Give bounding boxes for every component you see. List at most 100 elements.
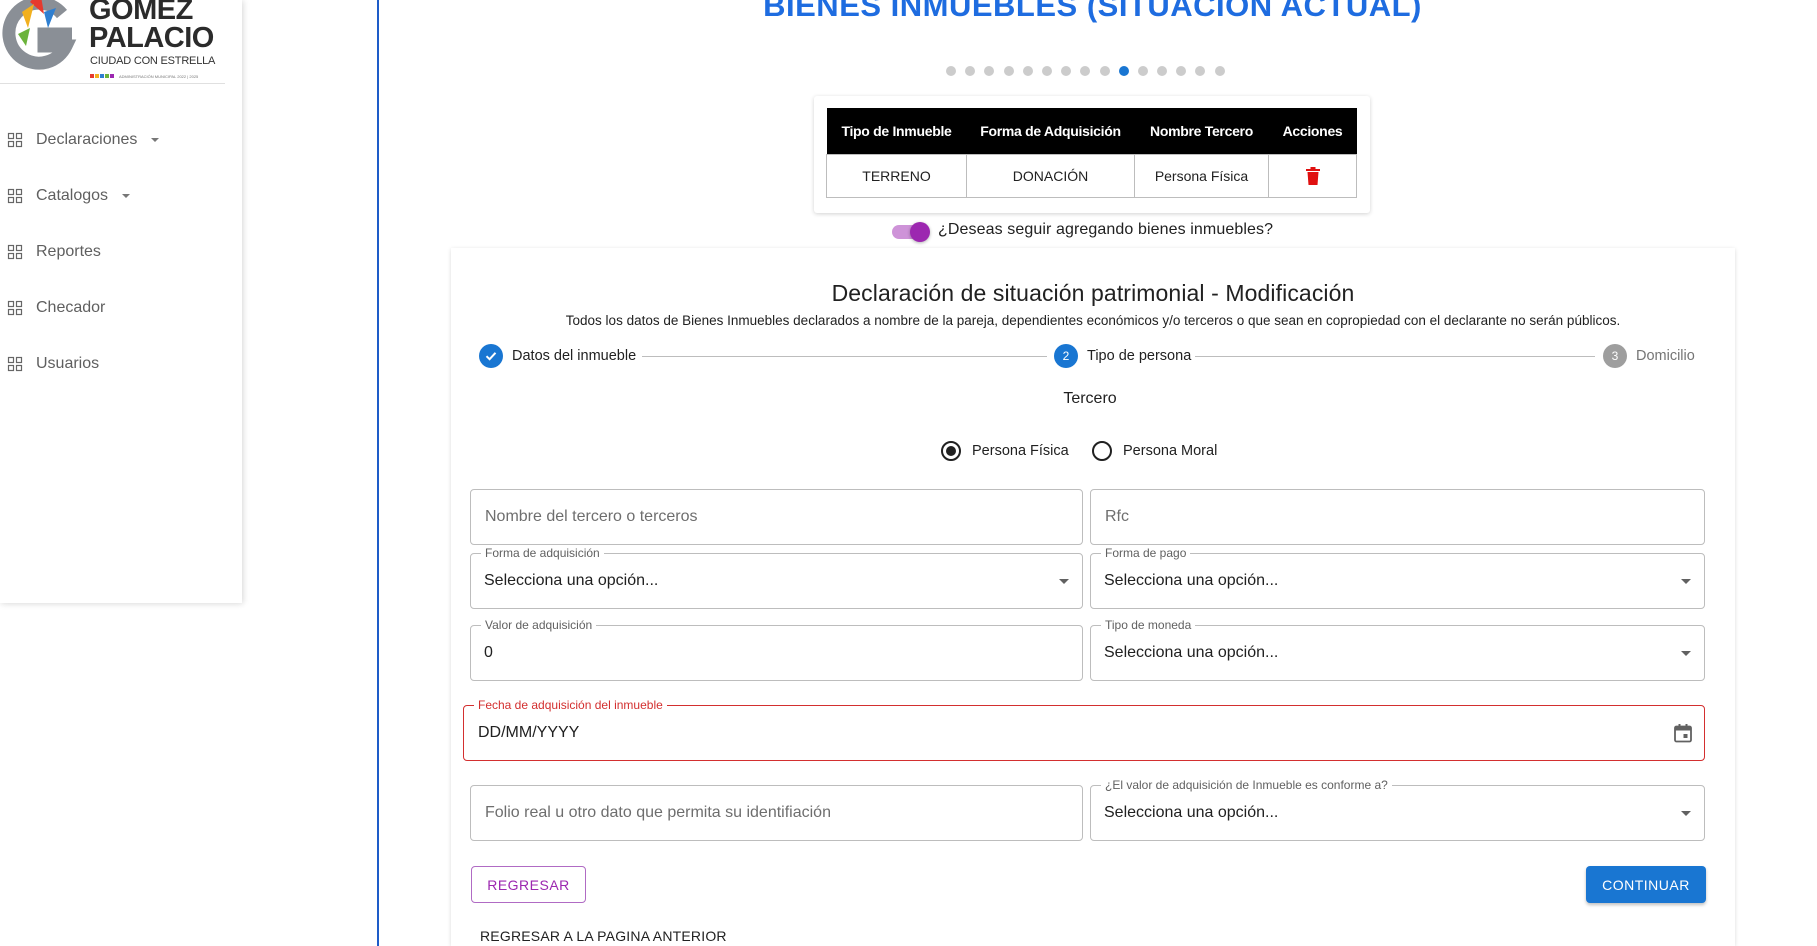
- select-value: Selecciona una opción...: [1104, 572, 1279, 589]
- dropdown-arrow-icon: [1681, 651, 1691, 656]
- sidebar-item-reportes[interactable]: Reportes: [0, 232, 242, 272]
- step-connector: [1195, 356, 1595, 357]
- step-datos-inmueble: Datos del inmueble: [479, 344, 636, 368]
- step-number: 2: [1054, 344, 1078, 368]
- fecha-value: DD/MM/YYYY: [478, 724, 580, 741]
- pagination-dot[interactable]: [984, 66, 995, 76]
- pagination-dot[interactable]: [1022, 66, 1033, 76]
- grid-icon: [7, 132, 23, 148]
- field-label: Forma de pago: [1101, 545, 1191, 561]
- forma-adquisicion-select[interactable]: Forma de adquisición Selecciona una opci…: [470, 545, 1083, 609]
- dropdown-arrow-icon: [1059, 579, 1069, 584]
- cell-forma: DONACIÓN: [966, 153, 1135, 198]
- sidebar-item-checador[interactable]: Checador: [0, 288, 242, 328]
- sidebar-item-catalogos[interactable]: Catalogos: [0, 176, 242, 216]
- radio-persona-fisica[interactable]: Persona Física: [941, 441, 1069, 461]
- fecha-adquisicion-field[interactable]: Fecha de adquisición del inmueble DD/MM/…: [463, 697, 1705, 761]
- grid-icon: [7, 356, 23, 372]
- regresar-button[interactable]: REGRESAR: [471, 866, 586, 903]
- select-value: Selecciona una opción...: [1104, 644, 1279, 661]
- add-more-toggle[interactable]: [892, 221, 930, 242]
- grid-icon: [7, 188, 23, 204]
- add-more-toggle-label: ¿Deseas seguir agregando bienes inmueble…: [938, 221, 1274, 238]
- tipo-moneda-select[interactable]: Tipo de moneda Selecciona una opción...: [1090, 617, 1705, 681]
- dropdown-arrow-icon: [1681, 579, 1691, 584]
- rfc-field[interactable]: [1090, 489, 1705, 545]
- pagination-dot[interactable]: [1137, 66, 1148, 76]
- column-header: Acciones: [1268, 108, 1357, 154]
- toggle-thumb: [910, 222, 930, 242]
- caret-down-icon: [122, 194, 131, 198]
- forma-pago-select[interactable]: Forma de pago Selecciona una opción...: [1090, 545, 1705, 609]
- sidebar-item-label: Usuarios: [36, 355, 100, 372]
- step-number: 3: [1603, 344, 1627, 368]
- rfc-input[interactable]: [1091, 490, 1704, 544]
- pagination-dot[interactable]: [1118, 66, 1129, 76]
- logo-color-strip: ADMINISTRACIÓN MUNICIPAL 2022 | 2025: [90, 74, 212, 79]
- step-label: Tipo de persona: [1087, 348, 1192, 364]
- pagination-dot[interactable]: [1214, 66, 1225, 76]
- sidebar-item-label: Declaraciones: [36, 131, 138, 148]
- field-label: Forma de adquisición: [481, 545, 604, 561]
- cell-tipo: TERRENO: [826, 153, 967, 198]
- section-pagination-dots: [946, 66, 1225, 76]
- step-tipo-persona: 2 Tipo de persona: [1054, 344, 1191, 368]
- gomez-palacio-logo-mark: [2, 0, 77, 70]
- pagination-dot[interactable]: [1099, 66, 1110, 76]
- field-label: Tipo de moneda: [1101, 617, 1196, 633]
- trash-icon[interactable]: [1305, 166, 1320, 185]
- folio-real-field[interactable]: [470, 785, 1083, 841]
- valor-conforme-select[interactable]: ¿El valor de adquisición de Inmueble es …: [1090, 777, 1705, 841]
- field-label: Valor de adquisición: [481, 617, 597, 633]
- radio-persona-moral[interactable]: Persona Moral: [1092, 441, 1217, 461]
- regresar-pagina-anterior-link[interactable]: REGRESAR A LA PAGINA ANTERIOR: [480, 928, 727, 944]
- column-header: Nombre Tercero: [1134, 108, 1269, 154]
- check-icon: [479, 344, 503, 368]
- field-label: ¿El valor de adquisición de Inmueble es …: [1101, 777, 1392, 793]
- step-connector: [642, 356, 1047, 357]
- pagination-dot[interactable]: [1157, 66, 1168, 76]
- radio-unchecked-icon: [1092, 441, 1112, 461]
- cell-tercero: Persona Física: [1134, 153, 1269, 198]
- radio-label: Persona Moral: [1123, 443, 1218, 459]
- section-label-tercero: Tercero: [1063, 390, 1117, 407]
- step-domicilio: 3 Domicilio: [1603, 344, 1695, 368]
- radio-checked-icon: [941, 441, 961, 461]
- pagination-dot[interactable]: [1176, 66, 1187, 76]
- nombre-tercero-field[interactable]: [470, 489, 1083, 545]
- dropdown-arrow-icon: [1681, 811, 1691, 816]
- calendar-icon[interactable]: [1673, 723, 1693, 743]
- sidebar-item-usuarios[interactable]: Usuarios: [0, 344, 242, 384]
- table-header-row: Tipo de Inmueble Forma de Adquisición No…: [826, 108, 1357, 154]
- pagination-dot[interactable]: [1041, 66, 1052, 76]
- valor-adquisicion-value: 0: [484, 644, 493, 661]
- logo-line-2: PALACIO: [89, 22, 214, 54]
- valor-adquisicion-field[interactable]: Valor de adquisición 0: [470, 617, 1083, 681]
- sidebar-item-label: Checador: [36, 299, 106, 316]
- nombre-tercero-input[interactable]: [471, 490, 1082, 544]
- page-title: BIENES INMUEBLES (SITUACIÓN ACTUAL): [763, 0, 1422, 23]
- pagination-dot[interactable]: [1080, 66, 1091, 76]
- pagination-dot[interactable]: [1061, 66, 1072, 76]
- table-row: TERRENO DONACIÓN Persona Física: [826, 153, 1357, 198]
- form-title: Declaración de situación patrimonial - M…: [831, 280, 1355, 306]
- continuar-button[interactable]: CONTINUAR: [1586, 866, 1706, 903]
- folio-real-input[interactable]: [471, 786, 1082, 840]
- form-note: Todos los datos de Bienes Inmuebles decl…: [565, 313, 1621, 328]
- summary-table-card: Tipo de Inmueble Forma de Adquisición No…: [814, 96, 1370, 213]
- sidebar-item-label: Reportes: [36, 243, 101, 260]
- column-header: Tipo de Inmueble: [826, 108, 967, 154]
- logo-small-text: ADMINISTRACIÓN MUNICIPAL 2022 | 2025: [119, 74, 199, 79]
- radio-label: Persona Física: [972, 443, 1069, 459]
- page-scrollbar[interactable]: [1793, 0, 1817, 946]
- step-label: Domicilio: [1636, 348, 1695, 364]
- sidebar-item-declaraciones[interactable]: Declaraciones: [0, 120, 242, 160]
- grid-icon: [7, 300, 23, 316]
- select-value: Selecciona una opción...: [1104, 804, 1279, 821]
- pagination-dot[interactable]: [965, 66, 976, 76]
- pagination-dot[interactable]: [1195, 66, 1206, 76]
- pagination-dot[interactable]: [1003, 66, 1014, 76]
- sidebar-item-label: Catalogos: [36, 187, 109, 204]
- pagination-dot[interactable]: [946, 66, 956, 76]
- summary-table: Tipo de Inmueble Forma de Adquisición No…: [826, 108, 1357, 198]
